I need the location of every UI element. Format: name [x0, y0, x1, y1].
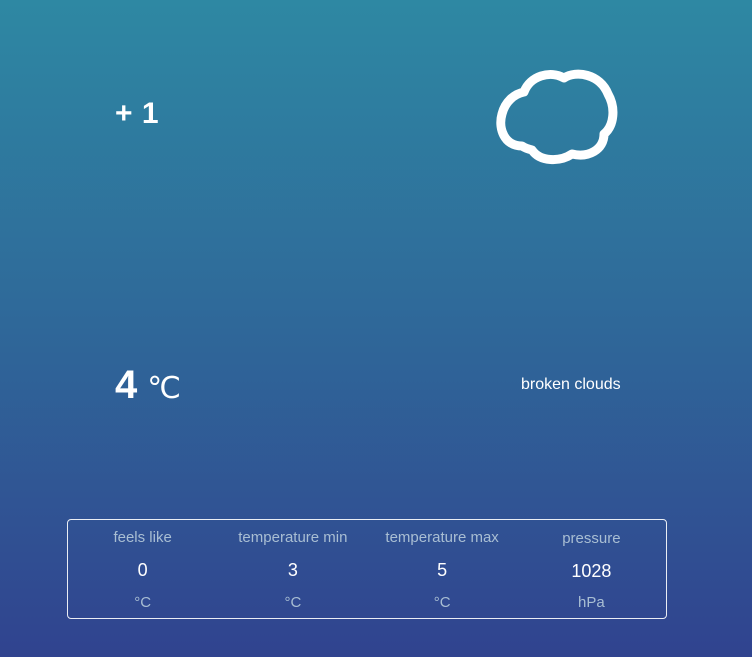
stat-feels-like: feels like 0 °C: [69, 520, 218, 618]
temperature-value: 4: [115, 363, 138, 407]
stat-label: temperature min: [238, 529, 348, 546]
stat-value: 3: [287, 560, 298, 580]
broken-clouds-icon: [492, 64, 618, 168]
stat-value: 1028: [571, 561, 612, 581]
weather-app: + 1 4 ℃ broken clouds feels like 0 °C te…: [0, 0, 752, 657]
stat-unit: °C: [433, 594, 451, 611]
current-temperature: 4 ℃: [115, 363, 181, 408]
stat-pressure: pressure 1028 hPa: [517, 520, 666, 618]
stat-label: temperature max: [385, 529, 499, 546]
stat-temperature-max: temperature max 5 °C: [368, 520, 517, 618]
stat-value: 5: [437, 560, 448, 580]
stat-unit: °C: [134, 594, 152, 611]
temperature-unit: ℃: [147, 371, 181, 406]
stat-unit: °C: [284, 594, 302, 611]
stat-label: pressure: [562, 530, 621, 547]
timezone-offset: + 1: [115, 97, 160, 130]
weather-description: broken clouds: [521, 376, 621, 393]
stat-unit: hPa: [578, 594, 605, 611]
stat-temperature-min: temperature min 3 °C: [218, 520, 367, 618]
weather-stats-panel: feels like 0 °C temperature min 3 °C tem…: [67, 519, 667, 619]
stat-value: 0: [137, 560, 148, 580]
stat-label: feels like: [113, 529, 172, 546]
